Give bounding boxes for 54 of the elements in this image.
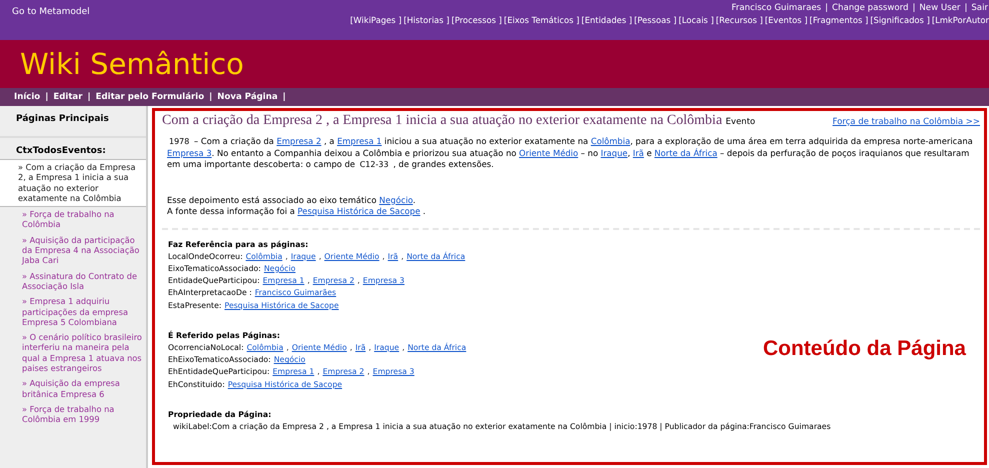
- separator: |: [912, 3, 916, 13]
- separator: |: [825, 3, 828, 13]
- paragraph: Esse depoimento está associado ao eixo temático Negócio.: [167, 194, 417, 206]
- nav-link[interactable]: [Recursos ]: [716, 15, 763, 25]
- sidebar-item[interactable]: » Força de trabalho na Colômbia em 1999: [0, 402, 146, 428]
- menu-link[interactable]: Editar: [53, 92, 82, 102]
- site-title: Wiki Semântico: [20, 47, 244, 81]
- nav-link[interactable]: [Pessoas ]: [634, 15, 677, 25]
- nav-link[interactable]: [WikiPages ]: [350, 15, 402, 25]
- separator: |: [209, 92, 212, 102]
- text-link[interactable]: Colômbia: [590, 136, 630, 146]
- text-link[interactable]: Oriente Médio: [519, 148, 578, 158]
- separator: |: [964, 3, 968, 13]
- text-link[interactable]: Irã: [632, 148, 644, 158]
- annotation-label: Conteúdo da Página: [762, 336, 966, 361]
- user-link[interactable]: Francisco Guimaraes: [732, 3, 822, 13]
- text-link[interactable]: Empresa 2: [276, 136, 322, 146]
- nav-link[interactable]: [Locais ]: [678, 15, 714, 25]
- text-link[interactable]: Empresa 1: [337, 136, 382, 146]
- nav-link[interactable]: [Entidades ]: [581, 15, 632, 25]
- menu-link[interactable]: Nova Página: [217, 92, 278, 102]
- nav-link[interactable]: [LmkPorAutor: [932, 15, 989, 25]
- user-link[interactable]: New User: [919, 3, 960, 13]
- paragraph: 1978 – Com a criação da Empresa 2 , a Empresa 1 iniciou a sua atuação no exterior exatamente na Colômbia, para a exploração de uma área em terra adquirida da empresa norte-americana Empresa 3. No entanto a Companhia deixou a Colômbia e priorizou sua atuação no Oriente Médio – no Iraque, Irã e Norte da África – depois da perfuração de poços iraquianos que resultaram em uma importante descoberta: o campo de C12-33 , de grandes extensões.: [167, 136, 974, 170]
- text-link[interactable]: Negócio: [379, 194, 413, 204]
- nav-link[interactable]: [Fragmentos ]: [810, 15, 868, 25]
- paragraph: A fonte dessa informação foi a Pesquisa Histórica de Sacope .: [167, 206, 427, 218]
- sidebar-item[interactable]: » Com a criação da Empresa 2, a Empresa 1 inicia a sua atuação no exterior exatamente na Colômbia: [0, 160, 146, 208]
- separator: |: [282, 92, 286, 102]
- sidebar-item[interactable]: » Empresa 1 adquiriu participações da empresa Empresa 5 Colombiana: [0, 294, 146, 330]
- nav-link[interactable]: [Processos ]: [451, 15, 502, 25]
- text-link[interactable]: Empresa 3: [167, 148, 212, 158]
- separator: |: [45, 92, 48, 102]
- nav-link[interactable]: [Significados ]: [870, 15, 930, 25]
- nav-link[interactable]: [Eixos Temáticos ]: [504, 15, 580, 25]
- user-link[interactable]: Change password: [832, 3, 908, 13]
- sidebar-heading: Páginas Principais: [0, 106, 146, 138]
- nav-link[interactable]: [Historias ]: [404, 15, 450, 25]
- menu-link[interactable]: Início: [14, 92, 40, 102]
- sidebar-item[interactable]: » Aquisição da empresa britânica Empresa 6: [0, 376, 146, 402]
- page-title: Com a criação da Empresa 2 , a Empresa 1 inicia a sua atuação no exterior exatamente na Colômbia Evento: [162, 113, 756, 129]
- sidebar-item[interactable]: » Aquisição da participação da Empresa 4 na Associação Jaba Cari: [0, 232, 146, 269]
- sidebar-item[interactable]: » O cenário político brasileiro interferiu na maneira pela qual a Empresa 1 atuava nos paises estrangeiros: [0, 330, 146, 376]
- sidebar-item[interactable]: » Assinatura do Contrato de Associação Isla: [0, 268, 146, 294]
- sidebar-item[interactable]: » Força de trabalho na Colômbia: [0, 207, 146, 233]
- text-link[interactable]: Pesquisa Histórica de Sacope: [298, 206, 420, 216]
- next-page-link[interactable]: Força de trabalho na Colômbia >>: [832, 117, 980, 127]
- metamodel-link[interactable]: Go to Metamodel: [12, 3, 90, 40]
- separator: |: [87, 92, 91, 102]
- text-link[interactable]: Iraque: [600, 148, 628, 158]
- menu-link[interactable]: Editar pelo Formulário: [96, 92, 204, 102]
- nav-link[interactable]: [Eventos ]: [764, 15, 808, 25]
- user-link[interactable]: Sair: [971, 3, 988, 13]
- text-link[interactable]: Norte da África: [654, 148, 718, 158]
